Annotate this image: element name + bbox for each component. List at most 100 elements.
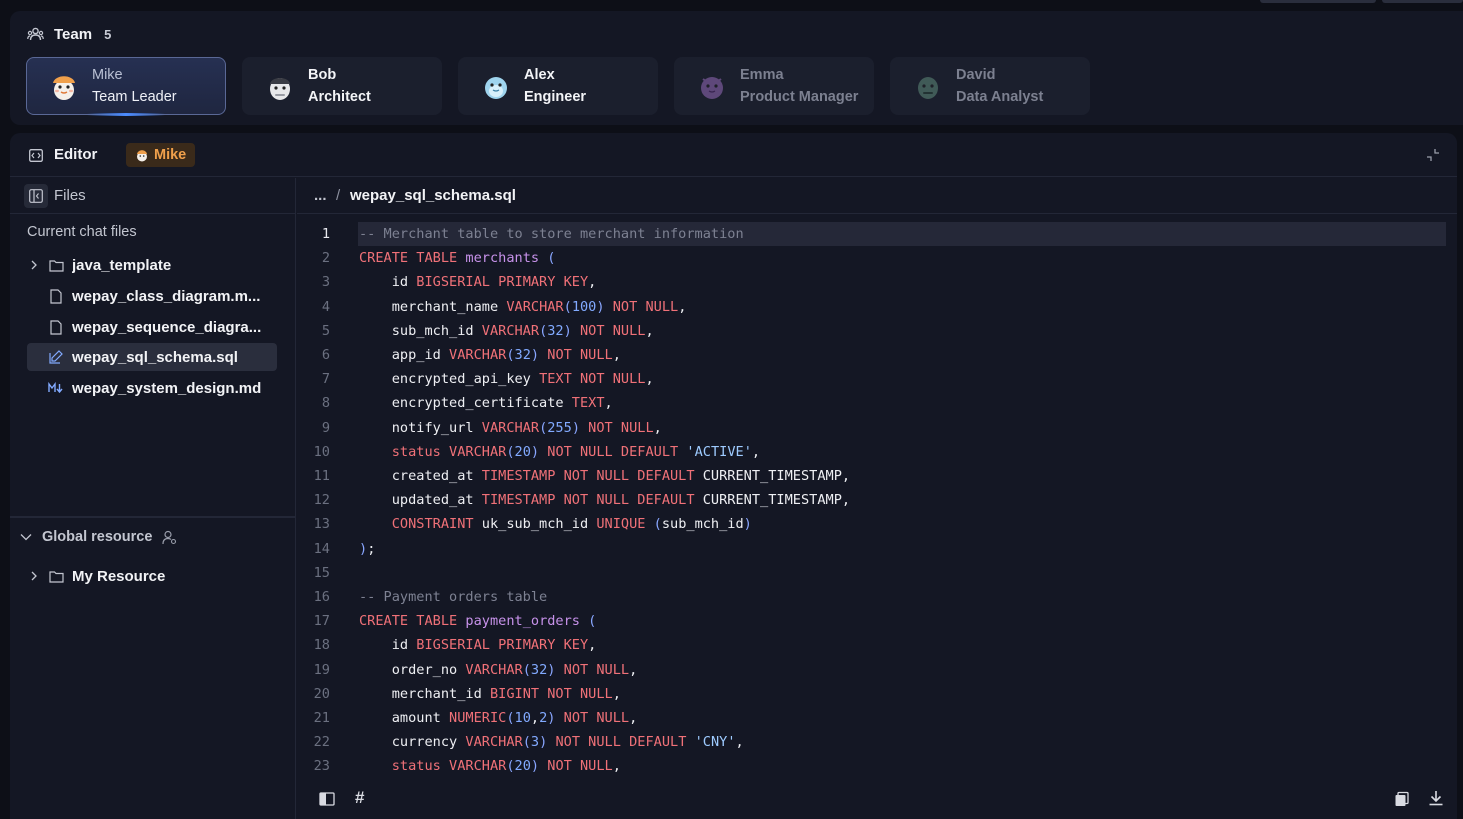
- line-number: 15: [313, 564, 330, 581]
- code-text: CONSTRAINT uk_sub_mch_id UNIQUE (sub_mch…: [359, 516, 752, 533]
- line-numbers-toggle[interactable]: #: [355, 788, 364, 808]
- file-item-system-design[interactable]: wepay_system_design.md: [27, 374, 277, 402]
- file-item-class-diagram[interactable]: wepay_class_diagram.m...: [27, 282, 277, 310]
- current-chat-files-label: Current chat files: [27, 224, 137, 240]
- member-card-david[interactable]: David Data Analyst: [890, 57, 1090, 115]
- code-text: encrypted_api_key TEXT NOT NULL,: [359, 371, 654, 388]
- line-number: 16: [313, 589, 330, 605]
- line-number: 8: [321, 395, 330, 412]
- code-line[interactable]: 12 updated_at TIMESTAMP NOT NULL DEFAULT…: [297, 488, 1446, 512]
- files-label: Files: [54, 187, 86, 204]
- split-view-icon[interactable]: [319, 791, 335, 807]
- code-editor[interactable]: 1 -- Merchant table to store merchant inf…: [297, 222, 1457, 777]
- code-line[interactable]: 23 status VARCHAR(20) NOT NULL,: [297, 754, 1446, 777]
- member-card-mike[interactable]: Mike Team Leader: [26, 57, 226, 116]
- team-icon: [27, 27, 44, 40]
- code-text: currency VARCHAR(3) NOT NULL DEFAULT 'CN…: [359, 734, 744, 751]
- member-role: Team Leader: [92, 89, 177, 105]
- code-line[interactable]: 2 CREATE TABLE merchants (: [297, 246, 1446, 270]
- file-item-sql-schema[interactable]: wepay_sql_schema.sql: [27, 343, 277, 371]
- code-line[interactable]: 11 created_at TIMESTAMP NOT NULL DEFAULT…: [297, 464, 1446, 488]
- member-card-alex[interactable]: Alex Engineer: [458, 57, 658, 115]
- editor-panel: Editor Mike Files Current chat files jav…: [10, 133, 1457, 819]
- line-number: 2: [321, 250, 330, 267]
- code-line[interactable]: 22 currency VARCHAR(3) NOT NULL DEFAULT …: [297, 730, 1446, 754]
- code-line[interactable]: 10 status VARCHAR(20) NOT NULL DEFAULT '…: [297, 440, 1446, 464]
- code-line[interactable]: 8 encrypted_certificate TEXT,: [297, 391, 1446, 415]
- code-text: created_at TIMESTAMP NOT NULL DEFAULT CU…: [359, 468, 851, 484]
- code-line[interactable]: 4 merchant_name VARCHAR(100) NOT NULL,: [297, 295, 1446, 319]
- line-number: 13: [313, 516, 330, 533]
- file-icon: [48, 319, 64, 335]
- mike-avatar-icon: [46, 68, 82, 104]
- folder-icon: [48, 568, 64, 584]
- member-name: David: [956, 67, 996, 83]
- code-line[interactable]: 16 -- Payment orders table: [297, 585, 1446, 609]
- line-number: 11: [313, 468, 330, 484]
- line-number: 6: [321, 347, 330, 363]
- line-number: 23: [313, 758, 330, 775]
- code-line[interactable]: 15: [297, 561, 1446, 585]
- code-line[interactable]: 13 CONSTRAINT uk_sub_mch_id UNIQUE (sub_…: [297, 512, 1446, 536]
- editor-footer-toolbar: #: [297, 785, 1457, 819]
- file-label: My Resource: [72, 567, 166, 585]
- code-text: merchant_id BIGINT NOT NULL,: [359, 685, 621, 702]
- breadcrumb-current-file: wepay_sql_schema.sql: [350, 187, 516, 204]
- sidebar-divider: [10, 516, 295, 518]
- global-resource-header[interactable]: Global resource: [20, 529, 177, 545]
- code-text: amount NUMERIC(10,2) NOT NULL,: [359, 710, 638, 726]
- code-line[interactable]: 6 app_id VARCHAR(32) NOT NULL,: [297, 343, 1446, 367]
- breadcrumb-ellipsis[interactable]: ...: [314, 187, 327, 204]
- line-number: 7: [321, 371, 330, 388]
- editor-header: Editor Mike: [10, 133, 1457, 177]
- code-editor-icon: [29, 149, 43, 162]
- file-item-sequence-diagram[interactable]: wepay_sequence_diagra...: [27, 313, 277, 341]
- editor-title: Editor: [54, 146, 98, 163]
- file-label: wepay_class_diagram.m...: [72, 287, 261, 305]
- code-line[interactable]: 14);: [297, 537, 1446, 561]
- download-icon[interactable]: [1428, 790, 1444, 806]
- line-number: 10: [313, 443, 330, 460]
- chevron-right-icon: [30, 260, 44, 270]
- code-text: id BIGSERIAL PRIMARY KEY,: [359, 637, 597, 654]
- code-line[interactable]: 19 order_no VARCHAR(32) NOT NULL,: [297, 658, 1446, 682]
- folder-item-my-resource[interactable]: My Resource: [27, 562, 277, 590]
- member-card-bob[interactable]: Bob Architect: [242, 57, 442, 115]
- copy-icon[interactable]: [1394, 791, 1410, 807]
- collapse-icon[interactable]: [1425, 147, 1441, 163]
- line-number: 18: [313, 637, 330, 654]
- sidebar-panel-icon: [29, 189, 43, 203]
- member-name: Bob: [308, 67, 337, 83]
- folder-item-java-template[interactable]: java_template: [27, 251, 277, 279]
- team-title: Team: [54, 25, 93, 43]
- line-number: 17: [313, 613, 330, 630]
- file-sidebar: Files Current chat files java_template w…: [10, 178, 296, 819]
- code-text: -- Payment orders table: [359, 589, 548, 605]
- code-line[interactable]: 5 sub_mch_id VARCHAR(32) NOT NULL,: [297, 319, 1446, 343]
- top-bar-tab[interactable]: [1260, 0, 1376, 3]
- file-icon: [48, 288, 64, 304]
- edit-file-icon: [48, 349, 64, 365]
- editor-owner-name: Mike: [154, 147, 187, 163]
- sidebar-toggle-button[interactable]: [24, 184, 48, 208]
- code-text: notify_url VARCHAR(255) NOT NULL,: [359, 419, 662, 436]
- code-line[interactable]: 18 id BIGSERIAL PRIMARY KEY,: [297, 633, 1446, 657]
- line-number: 1: [321, 226, 330, 242]
- top-bar-tab[interactable]: [1382, 0, 1463, 3]
- member-name: Alex: [524, 67, 555, 83]
- member-card-emma[interactable]: Emma Product Manager: [674, 57, 874, 115]
- line-number: 4: [321, 298, 330, 315]
- code-text: status VARCHAR(20) NOT NULL,: [359, 758, 621, 775]
- code-text: CREATE TABLE payment_orders (: [359, 613, 597, 630]
- team-count-badge: 5: [104, 26, 112, 42]
- code-line[interactable]: 21 amount NUMERIC(10,2) NOT NULL,: [297, 706, 1446, 730]
- code-line[interactable]: 1 -- Merchant table to store merchant inf…: [297, 222, 1446, 246]
- code-line[interactable]: 9 notify_url VARCHAR(255) NOT NULL,: [297, 416, 1446, 440]
- member-role: Data Analyst: [956, 89, 1044, 105]
- code-line[interactable]: 3 id BIGSERIAL PRIMARY KEY,: [297, 270, 1446, 294]
- code-line[interactable]: 17 CREATE TABLE payment_orders (: [297, 609, 1446, 633]
- code-line[interactable]: 20 merchant_id BIGINT NOT NULL,: [297, 682, 1446, 706]
- code-line[interactable]: 7 encrypted_api_key TEXT NOT NULL,: [297, 367, 1446, 391]
- user-settings-icon[interactable]: [162, 530, 177, 545]
- files-header: Files: [10, 178, 295, 214]
